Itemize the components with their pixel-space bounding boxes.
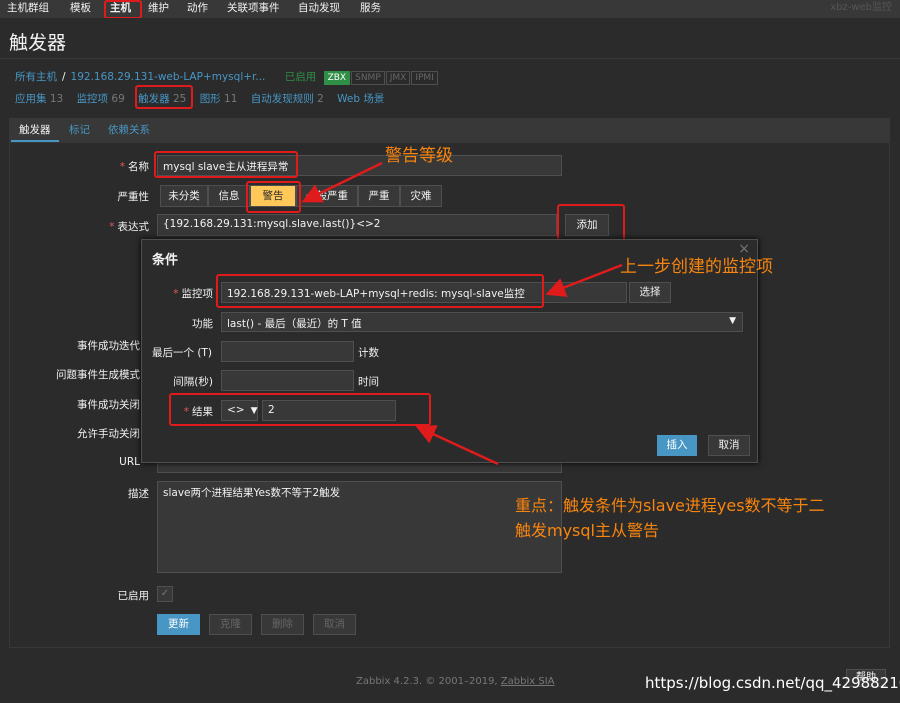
- watermark: https://blog.csdn.net/qq_42988210: [645, 674, 900, 692]
- arrow-severity: [301, 161, 383, 203]
- footer: Zabbix 4.2.3. © 2001–2019, Zabbix SIA: [356, 676, 555, 687]
- annotation-severity: 警告等级: [385, 146, 453, 166]
- annotation-key-line1: 重点：触发条件为slave进程yes数不等于二: [515, 496, 825, 515]
- arrow-item: [545, 263, 623, 297]
- arrow-result: [415, 425, 499, 466]
- footer-company-link[interactable]: Zabbix SIA: [501, 676, 555, 687]
- annotation-item: 上一步创建的监控项: [620, 257, 773, 277]
- annotation-key-line2: 触发mysql主从警告: [515, 521, 659, 540]
- annotation-arrows: [301, 161, 623, 466]
